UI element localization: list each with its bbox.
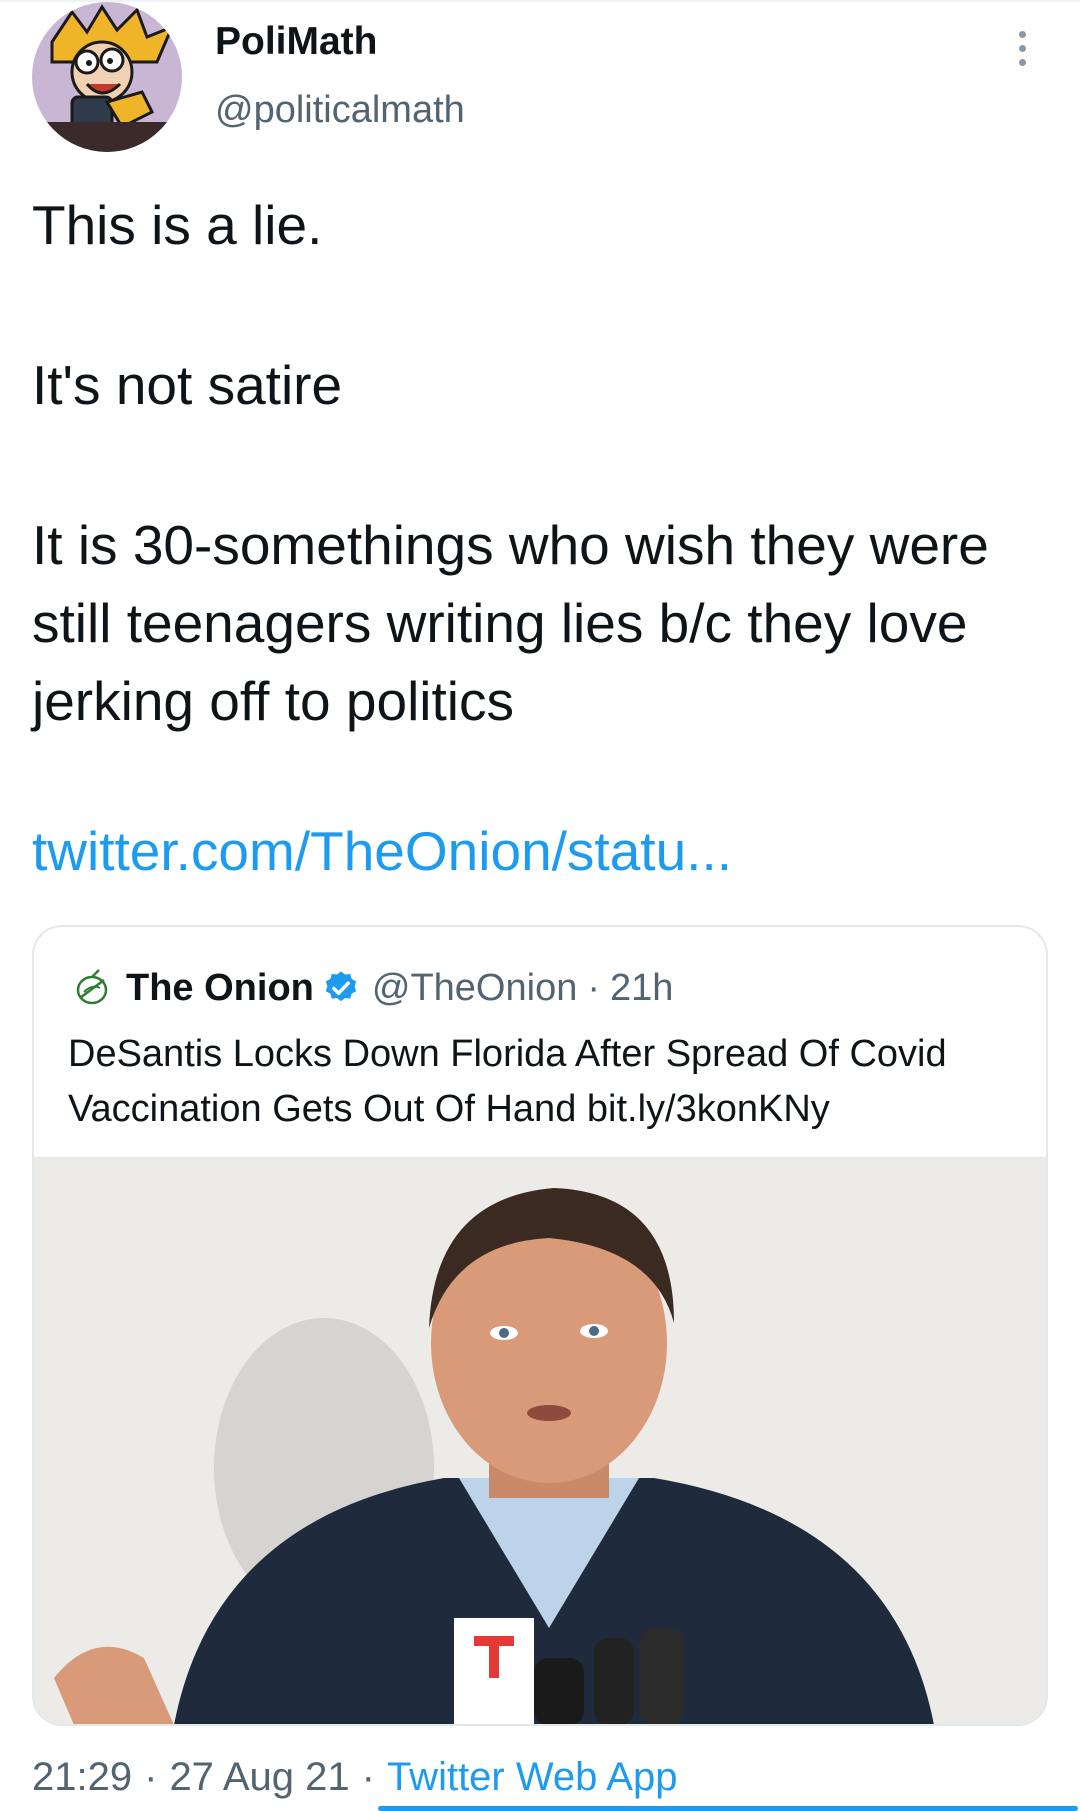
separator-dot: · <box>361 1755 375 1799</box>
tweet-paragraph: It's not satire <box>32 354 343 416</box>
more-options-button[interactable] <box>1002 18 1042 78</box>
tweet-source-link[interactable]: Twitter Web App <box>387 1755 678 1799</box>
top-divider <box>0 0 1080 2</box>
tweet-date[interactable]: 27 Aug 21 <box>169 1755 349 1799</box>
tweet-meta: 21:29 · 27 Aug 21 · Twitter Web App <box>32 1752 677 1802</box>
quoted-author-handle: @TheOnion <box>371 966 578 1009</box>
press-photo-image <box>34 1158 1046 1724</box>
more-dot-icon <box>1018 58 1026 66</box>
quoted-author-name: The Onion <box>126 966 314 1009</box>
cartoon-avatar-icon <box>32 2 182 152</box>
quoted-media[interactable] <box>34 1157 1046 1724</box>
quoted-tweet-card[interactable]: The Onion @TheOnion · 21h DeSantis Locks… <box>32 925 1048 1726</box>
tweet-link[interactable]: twitter.com/TheOnion/statu... <box>32 812 732 890</box>
tweet-paragraph: It is 30-somethings who wish they were s… <box>32 514 989 732</box>
separator-dot: · <box>144 1755 158 1799</box>
more-dot-icon <box>1018 44 1026 52</box>
tweet-paragraph: This is a lie. <box>32 194 323 256</box>
author-display-name[interactable]: PoliMath <box>215 18 378 66</box>
quoted-tweet-header: The Onion @TheOnion · 21h <box>72 963 673 1013</box>
author-avatar[interactable] <box>32 2 182 152</box>
verified-badge-icon <box>325 971 357 1002</box>
tweet-time[interactable]: 21:29 <box>32 1755 132 1799</box>
separator-dot: · <box>587 966 600 1009</box>
more-dot-icon <box>1018 30 1026 38</box>
quoted-timestamp: 21h <box>610 966 674 1009</box>
quoted-tweet-text: DeSantis Locks Down Florida After Spread… <box>68 1033 947 1130</box>
tweet-text: This is a lie. It's not satire It is 30-… <box>32 186 1042 740</box>
onion-logo-icon <box>76 969 108 1005</box>
bottom-accent-bar <box>378 1806 1078 1811</box>
author-handle[interactable]: @politicalmath <box>215 86 465 134</box>
